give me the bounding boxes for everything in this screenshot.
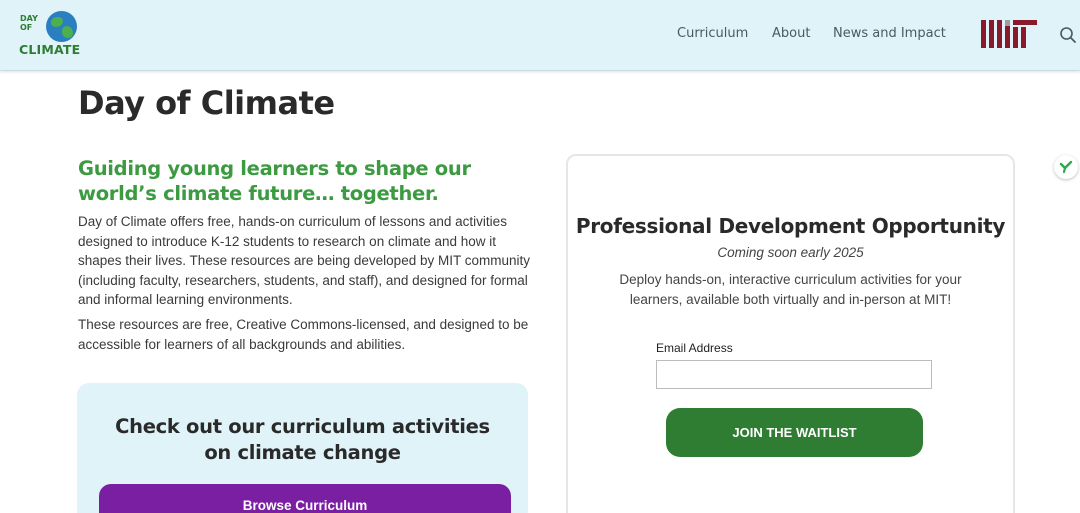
site-header: DAY OF CLIMATE Curriculum About News and… <box>0 0 1080 71</box>
nav-about[interactable]: About <box>772 26 810 41</box>
pd-subtitle: Coming soon early 2025 <box>717 245 864 260</box>
tagline: Guiding young learners to shape our worl… <box>78 157 471 205</box>
cta-title: Check out our curriculum activities on c… <box>115 415 490 464</box>
side-widget[interactable] <box>1054 155 1078 179</box>
chevron-check-icon <box>1059 160 1073 174</box>
page-title: Day of Climate <box>78 84 335 122</box>
logo-day-of: DAY OF <box>20 14 38 32</box>
pd-description: Deploy hands-on, interactive curriculum … <box>619 272 962 307</box>
nav-news-and-impact[interactable]: News and Impact <box>833 26 946 41</box>
mit-logo[interactable] <box>981 20 1037 48</box>
professional-development-card: Professional Development Opportunity Com… <box>566 154 1015 513</box>
day-of-climate-logo[interactable]: DAY OF CLIMATE <box>18 10 80 58</box>
email-field[interactable] <box>656 360 932 389</box>
nav-curriculum[interactable]: Curriculum <box>677 26 748 41</box>
globe-icon <box>46 11 77 42</box>
curriculum-cta-box: Check out our curriculum activities on c… <box>77 383 528 513</box>
browse-curriculum-button[interactable]: Browse Curriculum <box>99 484 511 513</box>
logo-climate-text: CLIMATE <box>19 42 81 57</box>
intro-paragraph: Day of Climate offers free, hands-on cur… <box>78 214 530 308</box>
email-label: Email Address <box>656 341 733 355</box>
pd-title: Professional Development Opportunity <box>575 214 1006 238</box>
accessibility-paragraph: These resources are free, Creative Commo… <box>78 317 529 352</box>
join-waitlist-button[interactable]: JOIN THE WAITLIST <box>666 408 923 457</box>
search-icon[interactable] <box>1059 26 1077 44</box>
